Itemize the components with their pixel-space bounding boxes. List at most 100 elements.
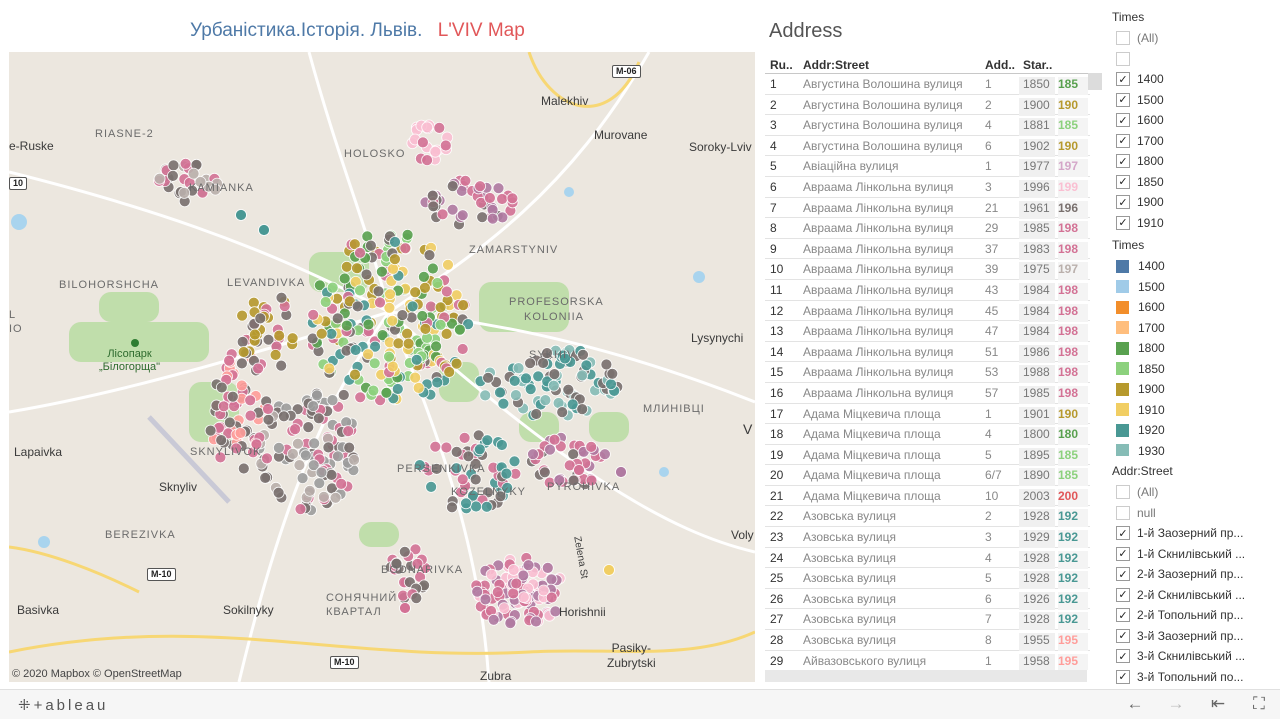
table-row[interactable]: 27 Азовська вулиця 7 1928 192 xyxy=(765,609,1090,631)
filter-item[interactable]: ✓ 3-й Топольний по... xyxy=(1112,667,1272,686)
header-row-number[interactable]: Ru.. xyxy=(770,58,798,72)
table-row[interactable]: 9 Авраама Лінкольна вулиця 37 1983 198 xyxy=(765,239,1090,260)
filter-item[interactable]: ✓ 1-й Скнилівський ... xyxy=(1112,544,1272,565)
table-row[interactable]: 4 Августина Волошина вулиця 6 1902 190 xyxy=(765,136,1090,157)
table-row[interactable]: 3 Августина Волошина вулиця 4 1881 185 xyxy=(765,115,1090,137)
times-filter[interactable]: (All) ✓ 1400 ✓ 1500 ✓ 1600 ✓ 1700 ✓ 1800 ✓ 1850 ✓ 1900… xyxy=(1112,28,1272,231)
legend-item[interactable]: 1850 xyxy=(1112,359,1272,380)
checkbox-checked-icon[interactable]: ✓ xyxy=(1116,628,1130,643)
table-row[interactable]: 21 Адама Міцкевича площа 10 2003 200 xyxy=(765,486,1090,507)
table-row[interactable]: 19 Адама Міцкевича площа 5 1895 185 xyxy=(765,445,1090,466)
table-row[interactable]: 15 Авраама Лінкольна вулиця 53 1988 198 xyxy=(765,362,1090,384)
table-row[interactable]: 8 Авраама Лінкольна вулиця 29 1985 198 xyxy=(765,218,1090,240)
map-attribution[interactable]: © 2020 Mapbox © OpenStreetMap xyxy=(12,668,182,680)
street-filter[interactable]: (All) null ✓ 1-й Заозерний пр... ✓ 1-й Скнилі… xyxy=(1112,482,1272,685)
checkbox-checked-icon[interactable]: ✓ xyxy=(1116,546,1130,561)
table-row[interactable]: 12 Авраама Лінкольна вулиця 45 1984 198 xyxy=(765,301,1090,322)
table-row[interactable]: 16 Авраама Лінкольна вулиця 57 1985 198 xyxy=(765,383,1090,404)
header-address[interactable]: Add.. xyxy=(985,58,1019,72)
filter-item-label: 1850 xyxy=(1137,174,1164,189)
filter-item[interactable]: ✓ 1900 xyxy=(1112,192,1272,213)
legend-item[interactable]: 1600 xyxy=(1112,297,1272,318)
checkbox-checked-icon[interactable]: ✓ xyxy=(1116,526,1130,541)
filter-item[interactable]: (All) xyxy=(1112,482,1272,503)
lviv-map[interactable]: Malekhiv Murovane Soroky-Lviv e-Ruske RI… xyxy=(9,52,755,682)
filter-item[interactable]: ✓ 1700 xyxy=(1112,131,1272,152)
legend-item[interactable]: 1920 xyxy=(1112,420,1272,441)
checkbox-checked-icon[interactable]: ✓ xyxy=(1116,669,1130,684)
table-row[interactable]: 20 Адама Міцкевича площа 6/7 1890 185 xyxy=(765,465,1090,487)
filter-item[interactable]: ✓ 1400 xyxy=(1112,69,1272,90)
table-row[interactable]: 7 Авраама Лінкольна вулиця 21 1961 196 xyxy=(765,198,1090,219)
checkbox-checked-icon[interactable]: ✓ xyxy=(1116,608,1130,623)
table-row[interactable]: 10 Авраама Лінкольна вулиця 39 1975 197 xyxy=(765,259,1090,281)
checkbox-checked-icon[interactable]: ✓ xyxy=(1116,154,1130,169)
checkbox-checked-icon[interactable]: ✓ xyxy=(1116,133,1130,148)
filter-item[interactable]: ✓ 1600 xyxy=(1112,110,1272,131)
filter-item[interactable]: ✓ 1910 xyxy=(1112,213,1272,232)
filter-item[interactable]: (All) xyxy=(1112,28,1272,49)
legend-item[interactable]: 1900 xyxy=(1112,379,1272,400)
checkbox-unchecked-icon[interactable] xyxy=(1116,31,1130,46)
table-row[interactable]: 5 Авіаційна вулиця 1 1977 197 xyxy=(765,156,1090,178)
table-row[interactable]: 29 Айвазовського вулиця 1 1958 195 xyxy=(765,651,1090,670)
building-marker xyxy=(498,602,511,614)
table-row[interactable]: 28 Азовська вулиця 8 1955 195 xyxy=(765,630,1090,652)
filter-item[interactable]: ✓ 2-й Скнилівський ... xyxy=(1112,585,1272,606)
start-cell: 1961 xyxy=(1019,200,1055,219)
address-table[interactable]: Ru.. Addr:Street Add.. Star.. 1 Августина… xyxy=(765,55,1090,670)
redo-icon[interactable]: → xyxy=(1164,694,1188,714)
times-legend[interactable]: 1400 1500 1600 1700 1800 1850 1900 1910 1920 1930 xyxy=(1112,256,1272,456)
table-horizontal-scrollbar[interactable] xyxy=(765,670,1087,682)
legend-item[interactable]: 1700 xyxy=(1112,318,1272,339)
filter-item[interactable]: null xyxy=(1112,503,1272,524)
checkbox-checked-icon[interactable]: ✓ xyxy=(1116,72,1130,87)
table-row[interactable]: 25 Азовська вулиця 5 1928 192 xyxy=(765,568,1090,590)
legend-swatch xyxy=(1116,423,1129,437)
table-row[interactable]: 14 Авраама Лінкольна вулиця 51 1986 198 xyxy=(765,342,1090,363)
checkbox-unchecked-icon[interactable] xyxy=(1116,505,1130,520)
checkbox-checked-icon[interactable]: ✓ xyxy=(1116,174,1130,189)
filter-item[interactable]: ✓ 1850 xyxy=(1112,172,1272,193)
filter-item[interactable]: ✓ 3-й Заозерний пр... xyxy=(1112,626,1272,647)
checkbox-checked-icon[interactable]: ✓ xyxy=(1116,567,1130,582)
checkbox-unchecked-icon[interactable] xyxy=(1116,485,1130,500)
checkbox-unchecked-icon[interactable] xyxy=(1116,51,1130,66)
checkbox-checked-icon[interactable]: ✓ xyxy=(1116,215,1130,230)
checkbox-checked-icon[interactable]: ✓ xyxy=(1116,649,1130,664)
checkbox-checked-icon[interactable]: ✓ xyxy=(1116,587,1130,602)
filter-item[interactable] xyxy=(1112,49,1272,70)
table-row[interactable]: 13 Авраама Лінкольна вулиця 47 1984 198 xyxy=(765,321,1090,343)
table-row[interactable]: 23 Азовська вулиця 3 1929 192 xyxy=(765,527,1090,549)
filter-item[interactable]: ✓ 1500 xyxy=(1112,90,1272,111)
table-row[interactable]: 26 Азовська вулиця 6 1926 192 xyxy=(765,589,1090,610)
table-row[interactable]: 24 Азовська вулиця 4 1928 192 xyxy=(765,548,1090,569)
street-cell: Августина Волошина вулиця xyxy=(803,118,963,133)
table-row[interactable]: 2 Августина Волошина вулиця 2 1900 190 xyxy=(765,95,1090,116)
legend-item[interactable]: 1930 xyxy=(1112,441,1272,456)
filter-item[interactable]: ✓ 1-й Заозерний пр... xyxy=(1112,523,1272,544)
table-row[interactable]: 1 Августина Волошина вулиця 1 1850 185 xyxy=(765,74,1090,95)
legend-item[interactable]: 1400 xyxy=(1112,256,1272,277)
table-row[interactable]: 18 Адама Міцкевича площа 4 1800 180 xyxy=(765,424,1090,446)
filter-item[interactable]: ✓ 3-й Скнилівський ... xyxy=(1112,646,1272,667)
checkbox-checked-icon[interactable]: ✓ xyxy=(1116,195,1130,210)
table-row[interactable]: 6 Авраама Лінкольна вулиця 3 1996 199 xyxy=(765,177,1090,198)
legend-item[interactable]: 1500 xyxy=(1112,277,1272,298)
revert-icon[interactable]: ⇤ xyxy=(1206,694,1230,714)
table-row[interactable]: 22 Азовська вулиця 2 1928 192 xyxy=(765,506,1090,528)
legend-item[interactable]: 1800 xyxy=(1112,338,1272,359)
header-street[interactable]: Addr:Street xyxy=(803,58,981,72)
filter-item[interactable]: ✓ 2-й Заозерний пр... xyxy=(1112,564,1272,585)
checkbox-checked-icon[interactable]: ✓ xyxy=(1116,92,1130,107)
filter-item[interactable]: ✓ 1800 xyxy=(1112,151,1272,172)
fullscreen-icon[interactable]: ⛶ xyxy=(1247,694,1271,714)
undo-icon[interactable]: ← xyxy=(1123,694,1147,714)
table-vertical-scrollbar[interactable] xyxy=(1088,73,1102,90)
legend-item[interactable]: 1910 xyxy=(1112,400,1272,421)
tableau-logo[interactable]: ⁜+ableau xyxy=(18,696,108,714)
filter-item[interactable]: ✓ 2-й Топольний пр... xyxy=(1112,605,1272,626)
checkbox-checked-icon[interactable]: ✓ xyxy=(1116,113,1130,128)
table-row[interactable]: 11 Авраама Лінкольна вулиця 43 1984 198 xyxy=(765,280,1090,301)
table-row[interactable]: 17 Адама Міцкевича площа 1 1901 190 xyxy=(765,404,1090,425)
